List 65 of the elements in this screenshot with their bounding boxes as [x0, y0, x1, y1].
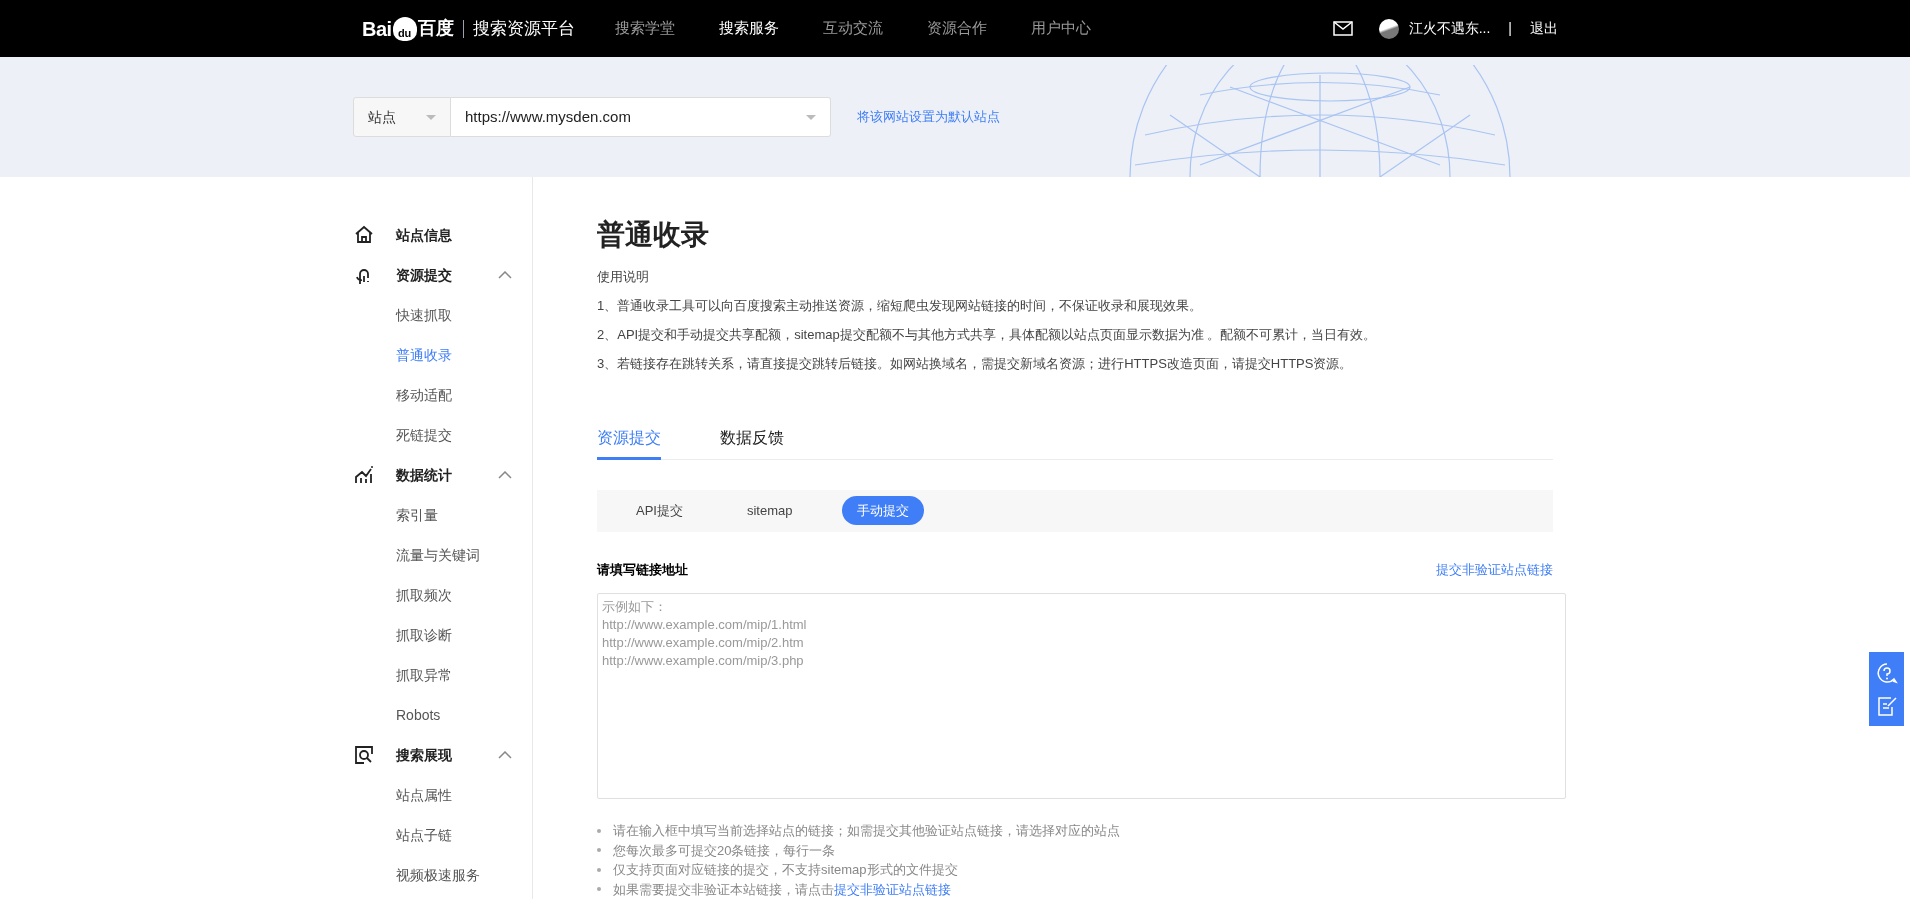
nav-link[interactable]: 资源合作: [904, 17, 1009, 40]
intro-text: 2、API提交和手动提交共享配额，sitemap提交配额不与其他方式共享，具体配额以站点页面显示数据为准 。配额不可累计，当日有效。: [597, 326, 1378, 344]
caret-icon: [806, 114, 816, 120]
caret-icon: [426, 114, 436, 120]
intro-heading: 使用说明: [597, 268, 650, 286]
user-avatar[interactable]: [1378, 18, 1399, 39]
bullet-icon: [597, 867, 601, 872]
non-verified-link[interactable]: 提交非验证站点链接: [834, 881, 951, 897]
field-label: 请填写链接地址: [597, 560, 688, 579]
sidebar-group[interactable]: 站点信息: [396, 224, 452, 246]
sidebar-item[interactable]: 死链提交: [396, 424, 452, 446]
sidebar-item[interactable]: 站点属性: [396, 784, 452, 806]
logo-text: 百度: [417, 17, 454, 40]
edit-icon[interactable]: [1875, 694, 1898, 717]
sidebar-item[interactable]: 抓取频次: [396, 584, 452, 606]
sidebar-item[interactable]: 站点子链: [396, 824, 452, 846]
help-icon[interactable]: [1875, 661, 1898, 684]
nav-link[interactable]: 用户中心: [1008, 17, 1113, 40]
sidebar-item[interactable]: 普通收录: [396, 344, 452, 366]
content-tab[interactable]: 资源提交: [597, 418, 661, 460]
chevron-up-icon[interactable]: [498, 471, 512, 479]
sidebar-item[interactable]: 流量与关键词: [396, 544, 480, 566]
chevron-up-icon[interactable]: [498, 751, 512, 759]
sidebar-group[interactable]: 资源提交: [396, 264, 452, 286]
search-icon: [353, 744, 375, 766]
url-input[interactable]: 示例如下： http://www.example.com/mip/1.html http://www.example.com/mip/2.htm http://www.example.com/mip/3.php: [597, 593, 1566, 799]
chevron-up-icon[interactable]: [498, 271, 512, 279]
chart-icon: [353, 464, 375, 486]
content-tab[interactable]: 数据反馈: [720, 418, 784, 460]
page-title: 普通收录: [597, 218, 710, 252]
note-text: 如果需要提交非验证本站链接，请点击提交非验证站点链接: [613, 880, 951, 899]
logout-link[interactable]: 退出: [1530, 18, 1558, 39]
note-text: 您每次最多可提交20条链接，每行一条: [613, 841, 836, 860]
note-text: 请在输入框中填写当前选择站点的链接；如需提交其他验证站点链接，请选择对应的站点: [613, 822, 1120, 840]
sidebar-item[interactable]: 视频极速服务: [396, 864, 480, 886]
platform-title: 搜索资源平台: [472, 17, 575, 40]
site-url-select[interactable]: https://www.mysden.com: [451, 97, 831, 137]
mail-icon[interactable]: [1332, 21, 1353, 36]
intro-text: 1、普通收录工具可以向百度搜索主动推送资源，缩短爬虫发现网站链接的时间，不保证收录和展现效果。: [597, 297, 1204, 315]
method-tab[interactable]: sitemap: [731, 496, 808, 526]
sidebar-group[interactable]: 数据统计: [396, 464, 452, 486]
sidebar-item[interactable]: 快速抓取: [396, 304, 452, 326]
nav-link[interactable]: 互动交流: [800, 17, 905, 40]
method-tab[interactable]: 手动提交: [841, 496, 924, 526]
note-text: 仅支持页面对应链接的提交，不支持sitemap形式的文件提交: [613, 861, 958, 879]
bullet-icon: [597, 848, 601, 853]
logo-text: Bai: [362, 16, 392, 42]
home-icon: [353, 224, 375, 246]
sidebar-item[interactable]: Robots: [396, 704, 441, 726]
site-type-select[interactable]: 站点: [353, 97, 451, 137]
intro-text: 3、若链接存在跳转关系，请直接提交跳转后链接。如网站换域名，需提交新域名资源；进行HTTPS改造页面，请提交HTTPS资源。: [597, 355, 1354, 373]
sidebar-group[interactable]: 搜索展现: [396, 744, 452, 766]
sidebar-item[interactable]: 索引量: [396, 504, 438, 526]
bullet-icon: [597, 828, 601, 833]
user-name[interactable]: 江火不遇东...: [1408, 18, 1491, 39]
sidebar-item[interactable]: 抓取诊断: [396, 624, 452, 646]
non-verified-link[interactable]: 提交非验证站点链接: [1436, 559, 1553, 580]
sidebar-item[interactable]: 移动适配: [396, 384, 452, 406]
separator: |: [1508, 19, 1512, 38]
nav-link[interactable]: 搜索服务: [696, 17, 801, 40]
bullet-icon: [597, 887, 601, 892]
method-tab[interactable]: API提交: [621, 496, 698, 526]
sidebar-item[interactable]: 抓取异常: [396, 664, 452, 686]
paw-logo: du: [392, 16, 417, 41]
nav-link[interactable]: 搜索学堂: [592, 17, 697, 40]
